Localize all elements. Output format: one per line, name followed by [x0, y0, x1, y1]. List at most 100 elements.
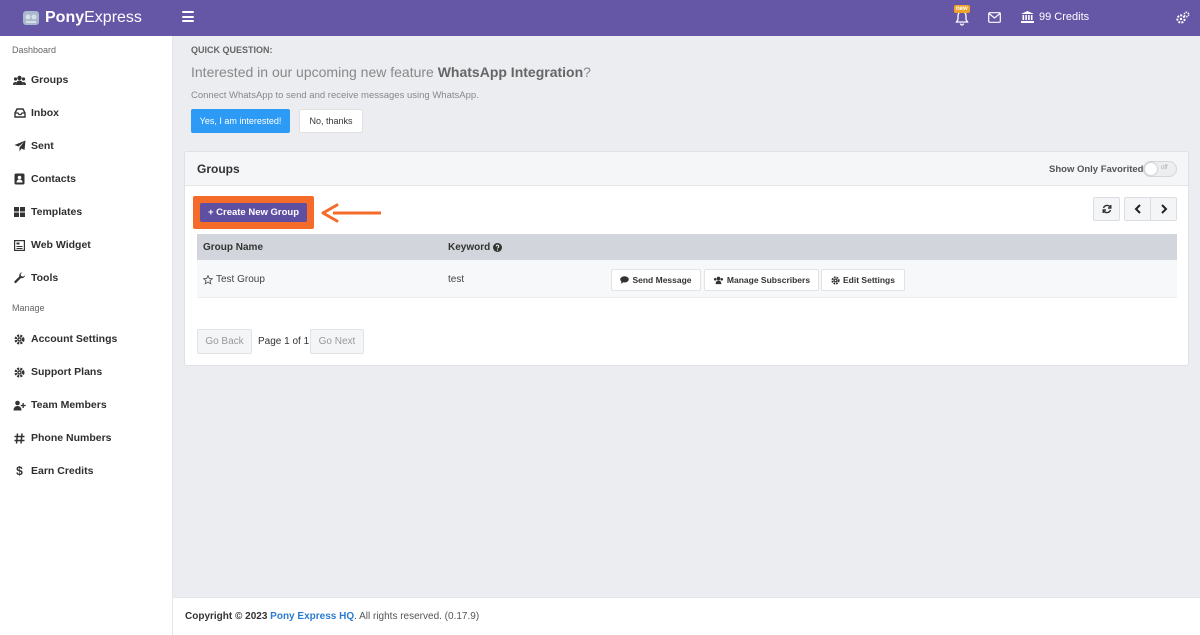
sidebar-item-phone-numbers[interactable]: Phone Numbers [13, 430, 112, 446]
sidebar-item-tools[interactable]: Tools [13, 270, 58, 286]
sidebar-item-label: Support Plans [31, 366, 103, 378]
group-name-cell: Test Group [203, 274, 265, 285]
gear-icon [13, 333, 26, 345]
manage-subscribers-label: Manage Subscribers [726, 275, 811, 285]
copyright-suffix: . All rights reserved. (0.17.9) [354, 611, 480, 622]
sidebar-item-label: Inbox [31, 107, 59, 119]
group-keyword: test [448, 274, 465, 285]
bank-icon [1021, 11, 1034, 23]
chevron-right-icon [1160, 204, 1167, 214]
sidebar-item-templates[interactable]: Templates [13, 204, 82, 220]
credits-link[interactable]: 99 Credits [1021, 11, 1089, 23]
sidebar-item-label: Web Widget [31, 239, 91, 251]
sidebar-item-label: Sent [31, 140, 54, 152]
column-header-keyword: Keyword [448, 242, 503, 253]
sidebar-item-label: Earn Credits [31, 465, 94, 477]
top-navbar: Pony Express new 99 Credits [0, 0, 1200, 36]
sidebar-item-label: Groups [31, 74, 69, 86]
quick-question-banner: QUICK QUESTION: Interested in our upcomi… [173, 36, 1200, 138]
quick-question-title: Interested in our upcoming new feature W… [191, 64, 591, 80]
interested-button[interactable]: Yes, I am interested! [191, 109, 290, 133]
copyright-prefix: Copyright © 2023 [185, 611, 271, 622]
sidebar-item-groups[interactable]: Groups [13, 72, 68, 88]
question-circle-icon[interactable] [493, 243, 503, 252]
column-header-keyword-label: Keyword [448, 242, 491, 253]
quick-question-label: QUICK QUESTION: [191, 45, 273, 55]
sidebar-item-label: Contacts [31, 173, 76, 185]
address-book-icon [13, 173, 26, 185]
sidebar-item-inbox[interactable]: Inbox [13, 105, 59, 121]
sidebar-item-sent[interactable]: Sent [13, 138, 54, 154]
sidebar-item-support-plans[interactable]: Support Plans [13, 364, 102, 380]
gear-icon [831, 275, 840, 285]
group-name[interactable]: Test Group [216, 274, 265, 285]
quick-question-title-feature: WhatsApp Integration [437, 64, 584, 80]
widget-icon [13, 239, 26, 251]
toggle-knob [1145, 163, 1157, 175]
paper-plane-icon [13, 140, 26, 152]
table-row: Test Group test Send Message Manage Subs… [197, 260, 1177, 298]
arrow-left-icon [321, 203, 381, 223]
sidebar-item-label: Tools [31, 272, 59, 284]
favorited-toggle[interactable]: off [1143, 161, 1177, 177]
table-header: Group Name Keyword [197, 234, 1177, 260]
edit-settings-label: Edit Settings [843, 275, 895, 285]
sidebar-item-earn-credits[interactable]: $ Earn Credits [13, 463, 93, 479]
hash-icon [13, 432, 26, 444]
send-message-label: Send Message [632, 275, 692, 285]
no-thanks-button[interactable]: No, thanks [299, 109, 363, 133]
sidebar-section-dashboard: Dashboard [12, 45, 57, 55]
go-next-button[interactable]: Go Next [310, 329, 364, 354]
sidebar-item-team-members[interactable]: Team Members [13, 397, 107, 413]
inbox-icon [13, 107, 26, 119]
sidebar-item-label: Phone Numbers [31, 432, 112, 444]
column-header-group-name: Group Name [203, 242, 264, 253]
quick-question-title-prefix: Interested in our upcoming new feature [191, 64, 438, 80]
gears-icon[interactable] [1176, 11, 1190, 25]
sidebar-item-label: Templates [31, 206, 83, 218]
wrench-icon [13, 272, 26, 284]
footer: Copyright © 2023 Pony Express HQ. All ri… [173, 597, 1200, 635]
edit-settings-button[interactable]: Edit Settings [821, 269, 905, 291]
comment-icon [620, 276, 630, 284]
previous-page-button[interactable] [1124, 197, 1151, 221]
toggle-state: off [1161, 165, 1168, 171]
sidebar-item-label: Team Members [31, 399, 107, 411]
panel-title: Groups [197, 162, 240, 176]
hamburger-icon[interactable] [182, 11, 194, 23]
quick-question-title-suffix: ? [583, 64, 591, 80]
brand-name-light: Express [84, 9, 142, 26]
chevron-left-icon [1134, 204, 1141, 214]
users-icon [13, 74, 26, 86]
credits-label: 99 Credits [1039, 11, 1090, 23]
sidebar-item-contacts[interactable]: Contacts [13, 171, 76, 187]
user-plus-icon [13, 399, 26, 411]
dollar-icon: $ [16, 464, 23, 478]
brand-logo[interactable]: Pony Express [22, 7, 142, 29]
grid-icon [13, 206, 26, 218]
sidebar-item-account-settings[interactable]: Account Settings [13, 331, 117, 347]
refresh-icon [1102, 204, 1111, 214]
page-indicator: Page 1 of 1 [258, 336, 310, 347]
panel-header: Groups Show Only Favorited off [185, 152, 1188, 186]
next-page-button[interactable] [1150, 197, 1177, 221]
mail-icon[interactable] [988, 12, 1001, 23]
star-icon[interactable] [203, 274, 213, 285]
gear-icon [13, 366, 26, 378]
sidebar-item-label: Account Settings [31, 333, 118, 345]
pony-logo-icon [23, 11, 39, 25]
send-message-button[interactable]: Send Message [611, 269, 701, 291]
brand-name-bold: Pony [45, 9, 85, 26]
new-badge: new [954, 5, 970, 13]
copyright-text: Copyright © 2023 Pony Express HQ. All ri… [185, 611, 479, 622]
create-new-group-button[interactable]: + Create New Group [200, 203, 307, 222]
groups-panel: Groups Show Only Favorited off + Create … [184, 151, 1189, 366]
users-icon [713, 276, 724, 285]
company-link[interactable]: Pony Express HQ [270, 611, 354, 622]
go-back-button[interactable]: Go Back [197, 329, 252, 354]
sidebar-section-manage: Manage [12, 303, 45, 313]
sidebar-item-web-widget[interactable]: Web Widget [13, 237, 91, 253]
refresh-button[interactable] [1093, 197, 1120, 221]
sidebar: Dashboard Groups Inbox Sent Contacts Tem… [0, 36, 173, 635]
manage-subscribers-button[interactable]: Manage Subscribers [704, 269, 819, 291]
